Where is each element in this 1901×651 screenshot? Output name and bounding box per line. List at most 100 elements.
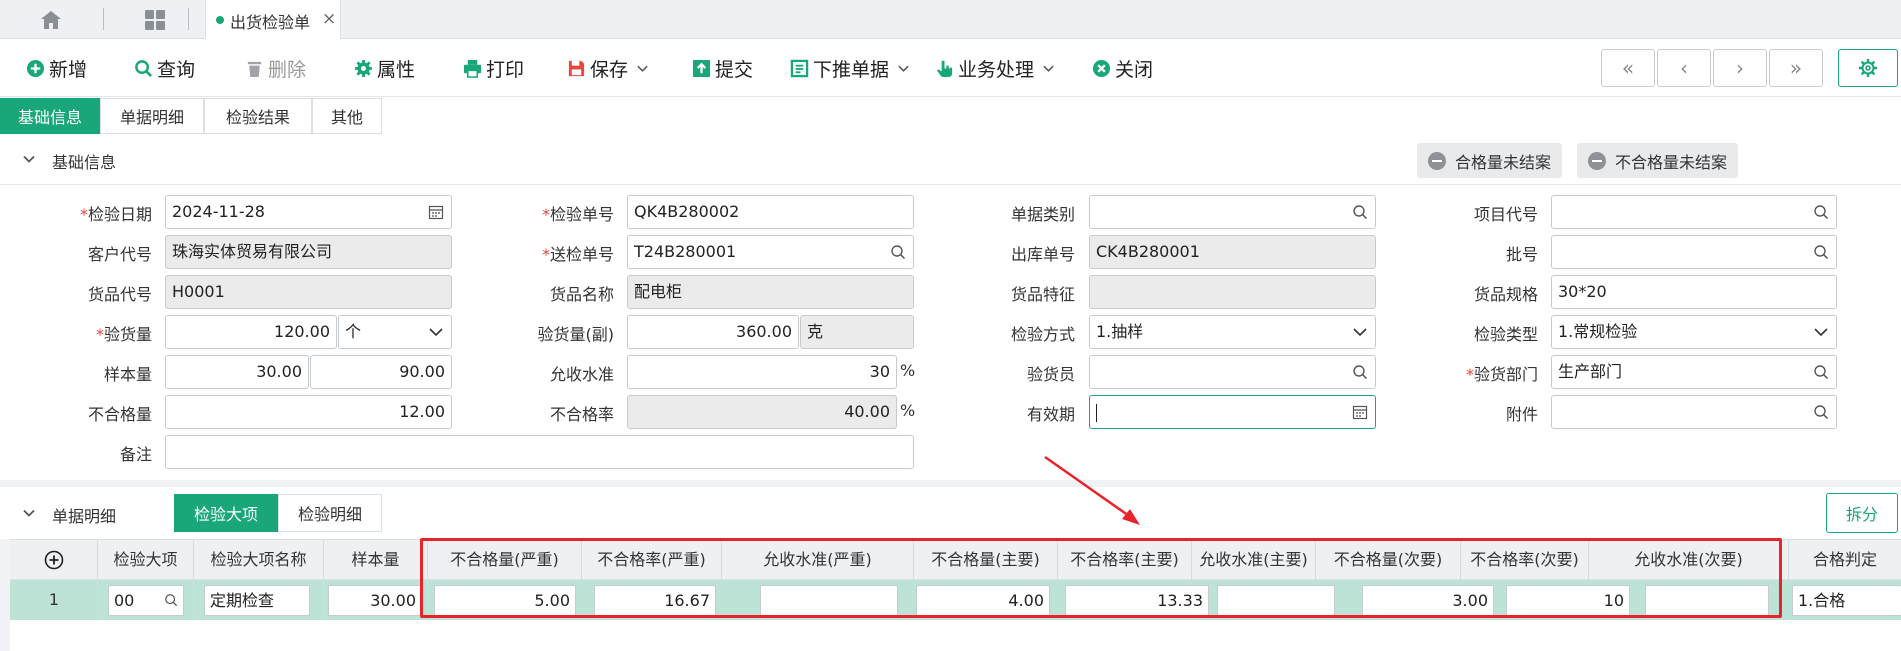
nav-next-button[interactable]: › — [1713, 49, 1767, 87]
nav-first-button[interactable]: « — [1601, 49, 1655, 87]
apps-grid-icon[interactable] — [144, 9, 166, 31]
tab-basic-info[interactable]: 基础信息 — [0, 98, 100, 134]
query-label: 查询 — [157, 58, 196, 81]
tab-inspect-details[interactable]: 检验明细 — [278, 494, 382, 532]
search-icon[interactable] — [1813, 404, 1829, 420]
inspect-date-field[interactable]: 2024-11-28 — [165, 195, 452, 229]
search-icon[interactable] — [1813, 364, 1829, 380]
inspect-date-label: *检验日期 — [79, 205, 152, 224]
valid-period-label: 有效期 — [1026, 405, 1075, 424]
pass-not-closed-button[interactable]: 合格量未结案 — [1417, 143, 1563, 178]
business-button[interactable]: 业务处理 — [935, 56, 1055, 81]
col-inspect-item: 检验大项 — [98, 540, 194, 580]
inspect-no-field[interactable]: QK4B280002 — [627, 195, 914, 229]
page-tabs: 基础信息 单据明细 检验结果 其他 — [0, 97, 1901, 135]
print-button[interactable]: 打印 — [463, 56, 524, 81]
search-icon[interactable] — [890, 244, 906, 260]
minus-circle-icon — [1588, 151, 1606, 170]
aql-percent: % — [900, 361, 916, 380]
chevron-down-icon — [898, 65, 909, 72]
cell-sample[interactable]: 30.00 — [328, 585, 422, 616]
tab-bar: 出货检验单 × — [0, 0, 1901, 40]
business-label: 业务处理 — [958, 58, 1035, 81]
push-down-button[interactable]: 下推单据 — [790, 56, 910, 81]
inspect-method-label: 检验方式 — [1010, 325, 1075, 344]
new-button[interactable]: 新增 — [26, 56, 87, 81]
chevron-down-icon — [637, 65, 648, 72]
save-button[interactable]: 保存 — [567, 56, 649, 81]
inspect-qty-label: *验货量 — [95, 325, 152, 344]
sample-qty-field[interactable]: 30.00 — [165, 355, 309, 389]
goods-spec-field[interactable]: 30*20 — [1551, 275, 1837, 309]
close-button[interactable]: 关闭 — [1092, 56, 1154, 81]
inspect-qty-field[interactable]: 120.00 — [165, 315, 337, 349]
search-icon[interactable] — [1352, 364, 1368, 380]
inspector-field[interactable] — [1089, 355, 1376, 389]
search-icon[interactable] — [1813, 244, 1829, 260]
cell-inspect-item-name[interactable]: 定期检查 — [204, 585, 310, 616]
split-button[interactable]: 拆分 — [1826, 493, 1898, 533]
tab-other[interactable]: 其他 — [312, 98, 382, 134]
search-icon[interactable] — [164, 593, 178, 607]
attachment-label: 附件 — [1505, 405, 1538, 424]
inspect-type-select[interactable]: 1.常规检验 — [1551, 315, 1837, 349]
settings-button[interactable] — [1838, 49, 1898, 87]
cell-judge[interactable]: 1.合格 — [1792, 585, 1901, 616]
doc-type-field[interactable] — [1089, 195, 1376, 229]
query-button[interactable]: 查询 — [134, 56, 196, 81]
cell-inspect-item[interactable]: 00 — [108, 585, 184, 616]
tab-doc-detail[interactable]: 单据明细 — [100, 98, 204, 134]
submit-no-label: *送检单号 — [541, 245, 614, 264]
text-cursor — [1096, 403, 1097, 422]
tab-outbound-inspection[interactable]: 出货检验单 × — [205, 0, 341, 40]
section-title: 单据明细 — [52, 507, 117, 526]
tab-close-icon[interactable]: × — [322, 9, 336, 29]
close-label: 关闭 — [1115, 58, 1154, 81]
trash-icon — [247, 61, 262, 77]
defect-qty-field[interactable]: 12.00 — [165, 395, 452, 429]
submit-no-field[interactable]: T24B280001 — [627, 235, 914, 269]
delete-button[interactable]: 删除 — [245, 56, 306, 81]
hand-pointer-icon — [936, 60, 953, 77]
tab-inspect-items[interactable]: 检验大项 — [174, 494, 278, 532]
inspect-method-select[interactable]: 1.抽样 — [1089, 315, 1376, 349]
tab-inspect-result[interactable]: 检验结果 — [204, 98, 312, 134]
properties-button[interactable]: 属性 — [354, 56, 416, 81]
chevron-down-icon[interactable] — [22, 506, 36, 520]
nav-prev-button[interactable]: ‹ — [1657, 49, 1711, 87]
search-icon[interactable] — [1813, 204, 1829, 220]
dept-field[interactable]: 生产部门 — [1551, 355, 1837, 389]
inspect-qty-unit-select[interactable]: 个 — [338, 315, 452, 349]
add-circle-icon[interactable] — [44, 550, 64, 570]
inspect-qty2-label: 验货量(副) — [537, 325, 615, 344]
inspect-qty2-field[interactable]: 360.00 — [627, 315, 799, 349]
submit-button[interactable]: 提交 — [692, 56, 753, 81]
basic-info-form: *检验日期 2024-11-28 *检验单号 QK4B280002 单据类别 项… — [0, 185, 1901, 480]
remark-field[interactable] — [165, 435, 914, 469]
properties-label: 属性 — [377, 58, 416, 81]
project-code-field[interactable] — [1551, 195, 1837, 229]
aql-label: 允收水准 — [549, 365, 614, 384]
remark-label: 备注 — [119, 445, 152, 464]
chevron-down-icon — [429, 328, 443, 337]
nav-last-button[interactable]: » — [1769, 49, 1823, 87]
defect-rate-label: 不合格率 — [549, 405, 614, 424]
sample-qty2-field[interactable]: 90.00 — [310, 355, 452, 389]
add-row-column — [10, 540, 98, 580]
attachment-field[interactable] — [1551, 395, 1837, 429]
goods-code-field: H0001 — [165, 275, 452, 309]
aql-field[interactable]: 30 — [627, 355, 897, 389]
valid-period-field[interactable] — [1089, 395, 1376, 429]
chevron-down-icon[interactable] — [22, 152, 36, 166]
sample-qty-label: 样本量 — [103, 365, 152, 384]
printer-icon — [463, 59, 482, 78]
search-icon[interactable] — [1352, 204, 1368, 220]
calendar-icon[interactable] — [428, 204, 444, 220]
tab-label: 出货检验单 — [230, 13, 311, 32]
fail-not-closed-button[interactable]: 不合格量未结案 — [1577, 143, 1739, 178]
defect-qty-label: 不合格量 — [87, 405, 152, 424]
batch-no-field[interactable] — [1551, 235, 1837, 269]
calendar-icon[interactable] — [1352, 404, 1368, 420]
home-icon[interactable] — [40, 10, 62, 30]
chevron-down-icon — [1353, 328, 1367, 337]
